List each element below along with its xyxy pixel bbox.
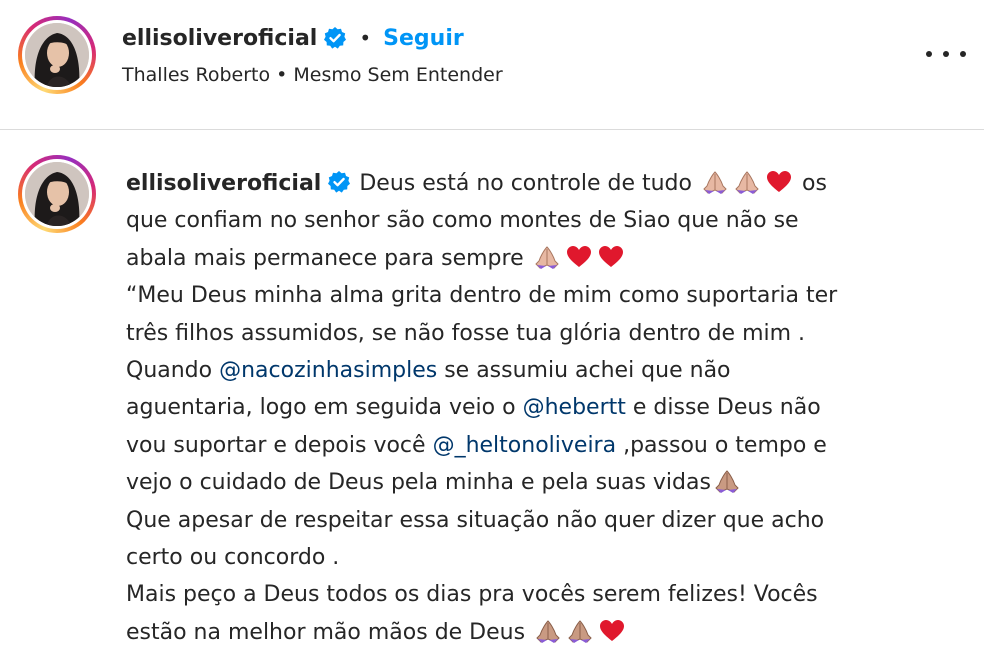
caption-line: estão na melhor mão mãos de Deus [126,614,946,651]
caption-line: Quando @nacozinhasimples se assumiu ache… [126,357,731,383]
caption-line: Que apesar de respeitar essa situação nã… [126,507,825,533]
mention-nacozinhasimples[interactable]: @nacozinhasimples [219,358,437,383]
caption-avatar[interactable] [18,155,96,233]
caption-line: Mais peço a Deus todos os dias pra vocês… [126,582,818,608]
caption-line: três filhos assumidos, se não fosse tua … [126,320,806,346]
caption-line: certo ou concordo . [126,544,340,570]
audio-info[interactable]: Thalles Roberto • Mesmo Sem Entender [122,64,503,86]
caption-username[interactable]: ellisoliveroficial [126,171,321,196]
avatar-photo [25,162,89,226]
red-heart-emoji [599,618,625,655]
caption-line: que confiam no senhor são como montes de… [126,208,799,234]
verified-badge-icon [323,26,347,50]
audio-artist[interactable]: Thalles Roberto [122,64,270,86]
mention-heltonoliveira[interactable]: @_heltonoliveira [433,433,617,458]
red-heart-emoji [598,244,624,281]
profile-avatar[interactable] [18,16,96,94]
follow-button[interactable]: Seguir [383,26,464,51]
mention-hebertt[interactable]: @hebertt [523,395,626,420]
caption-line: vejo o cuidado de Deus pela minha e pela… [126,464,946,501]
folded-hands-emoji [702,169,728,206]
caption-line: ellisoliveroficial Deus está no controle… [126,165,946,202]
folded-hands-emoji [535,618,561,655]
header-separator: • [359,26,372,50]
caption-line: aguentaria, logo em seguida veio o @hebe… [126,395,821,421]
folded-hands-emoji [534,244,560,281]
avatar-photo [25,23,89,87]
red-heart-emoji [566,244,592,281]
verified-badge-icon [327,169,351,193]
caption-line: abala mais permanece para sempre [126,240,946,277]
folded-hands-emoji [734,169,760,206]
username-link[interactable]: ellisoliveroficial [122,26,317,51]
caption-text: ellisoliveroficial Deus está no controle… [126,165,946,651]
folded-hands-emoji [714,468,740,505]
caption-line: “Meu Deus minha alma grita dentro de mim… [126,283,838,309]
red-heart-emoji [766,169,792,206]
folded-hands-emoji [567,618,593,655]
audio-separator: • [276,64,288,86]
audio-title[interactable]: Mesmo Sem Entender [293,64,502,86]
post-header: ellisoliveroficial • Seguir Thalles Robe… [0,0,984,130]
more-options-icon[interactable] [926,44,966,64]
caption-line: vou suportar e depois você @_heltonolive… [126,432,827,458]
